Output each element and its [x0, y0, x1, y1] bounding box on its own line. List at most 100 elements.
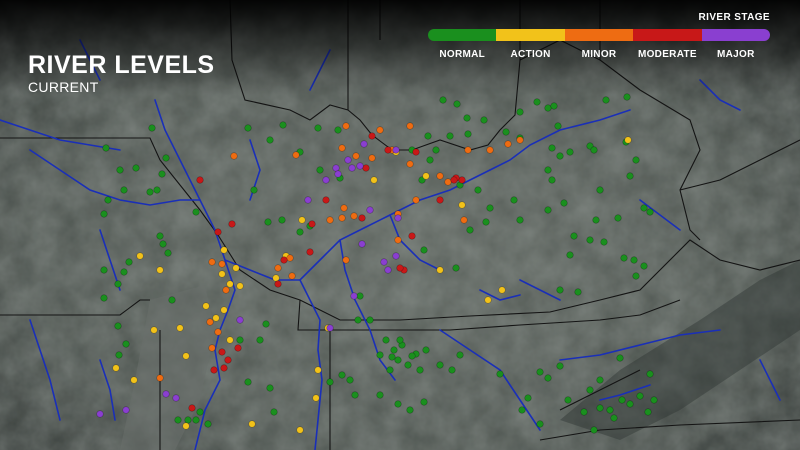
- gauge-marker-normal: [394, 356, 402, 364]
- gauge-marker-normal: [606, 406, 614, 414]
- gauge-marker-normal: [590, 146, 598, 154]
- gauge-marker-moderate: [368, 132, 376, 140]
- gauge-marker-minor: [406, 160, 414, 168]
- gauge-marker-normal: [266, 136, 274, 144]
- gauge-marker-moderate: [218, 348, 226, 356]
- gauge-marker-normal: [566, 148, 574, 156]
- gauge-marker-minor: [464, 146, 472, 154]
- gauge-marker-normal: [100, 294, 108, 302]
- gauge-marker-normal: [496, 370, 504, 378]
- gauge-marker-normal: [556, 286, 564, 294]
- gauge-marker-normal: [156, 232, 164, 240]
- gauge-marker-normal: [463, 114, 471, 122]
- gauge-marker-major: [334, 170, 342, 178]
- gauge-marker-normal: [482, 218, 490, 226]
- gauge-marker-minor: [352, 152, 360, 160]
- gauge-marker-action: [112, 364, 120, 372]
- gauge-marker-action: [176, 324, 184, 332]
- gauge-marker-major: [332, 164, 340, 172]
- gauge-marker-minor: [342, 122, 350, 130]
- gauge-marker-action: [248, 420, 256, 428]
- gauge-marker-moderate: [362, 164, 370, 172]
- gauge-marker-normal: [560, 199, 568, 207]
- gauge-marker-normal: [125, 258, 133, 266]
- gauge-marker-action: [218, 270, 226, 278]
- gauge-marker-major: [304, 196, 312, 204]
- gauge-marker-action: [236, 282, 244, 290]
- gauge-marker-normal: [566, 251, 574, 259]
- gauge-marker-minor: [288, 272, 296, 280]
- gauge-marker-normal: [100, 266, 108, 274]
- gauge-marker-normal: [396, 336, 404, 344]
- gauge-marker-normal: [602, 96, 610, 104]
- gauge-marker-normal: [244, 378, 252, 386]
- gauge-marker-normal: [386, 366, 394, 374]
- gauge-marker-moderate: [358, 214, 366, 222]
- gauge-marker-moderate: [188, 404, 196, 412]
- gauge-marker-action: [130, 376, 138, 384]
- gauge-marker-normal: [266, 384, 274, 392]
- gauge-marker-major: [122, 406, 130, 414]
- gauge-marker-normal: [544, 104, 552, 112]
- gauge-marker-normal: [174, 416, 182, 424]
- gauge-marker-normal: [408, 352, 416, 360]
- gauge-marker-normal: [570, 232, 578, 240]
- gauge-marker-major: [96, 410, 104, 418]
- gauge-marker-minor: [504, 140, 512, 148]
- gauge-marker-moderate: [458, 176, 466, 184]
- gauge-marker-normal: [586, 236, 594, 244]
- gauge-marker-normal: [600, 238, 608, 246]
- gauge-marker-normal: [158, 170, 166, 178]
- gauge-marker-normal: [580, 408, 588, 416]
- gauge-marker-action: [212, 314, 220, 322]
- gauge-marker-major: [236, 316, 244, 324]
- gauge-marker-normal: [466, 226, 474, 234]
- gauge-marker-major: [350, 292, 358, 300]
- gauge-marker-action: [312, 394, 320, 402]
- gauge-marker-moderate: [436, 196, 444, 204]
- gauge-marker-moderate: [322, 196, 330, 204]
- gauge-marker-minor: [460, 216, 468, 224]
- gauge-marker-minor: [340, 204, 348, 212]
- gauge-marker-action: [498, 286, 506, 294]
- gauge-marker-normal: [464, 130, 472, 138]
- gauge-marker-normal: [382, 336, 390, 344]
- gauge-marker-normal: [533, 98, 541, 106]
- gauge-marker-major: [162, 390, 170, 398]
- gauge-marker-normal: [116, 166, 124, 174]
- gauge-marker-normal: [316, 166, 324, 174]
- gauge-marker-normal: [550, 102, 558, 110]
- gauge-marker-normal: [278, 216, 286, 224]
- gauge-marker-action: [370, 176, 378, 184]
- gauge-marker-major: [348, 164, 356, 172]
- gauge-marker-normal: [262, 320, 270, 328]
- gauge-marker-normal: [596, 376, 604, 384]
- gauge-marker-normal: [346, 376, 354, 384]
- gauge-marker-normal: [516, 108, 524, 116]
- gauge-marker-normal: [510, 196, 518, 204]
- gauge-marker-minor: [338, 214, 346, 222]
- gauge-marker-major: [326, 324, 334, 332]
- gauge-marker-normal: [474, 186, 482, 194]
- gauge-marker-normal: [556, 362, 564, 370]
- gauge-marker-minor: [286, 254, 294, 262]
- gauge-marker-action: [314, 366, 322, 374]
- gauge-marker-moderate: [384, 146, 392, 154]
- gauge-marker-minor: [208, 258, 216, 266]
- gauge-marker-normal: [632, 156, 640, 164]
- gauge-marker-normal: [626, 172, 634, 180]
- gauge-marker-normal: [554, 122, 562, 130]
- gauge-marker-moderate: [224, 356, 232, 364]
- gauge-marker-normal: [351, 391, 359, 399]
- gauge-marker-normal: [452, 264, 460, 272]
- gauge-marker-normal: [204, 420, 212, 428]
- gauge-marker-action: [296, 426, 304, 434]
- gauge-marker-major: [394, 214, 402, 222]
- gauge-marker-normal: [596, 186, 604, 194]
- gauge-marker-minor: [342, 256, 350, 264]
- gauge-marker-action: [150, 326, 158, 334]
- gauge-marker-normal: [168, 296, 176, 304]
- gauge-marker-normal: [448, 366, 456, 374]
- legend-label-action: ACTION: [510, 49, 551, 60]
- gauge-marker-normal: [164, 249, 172, 257]
